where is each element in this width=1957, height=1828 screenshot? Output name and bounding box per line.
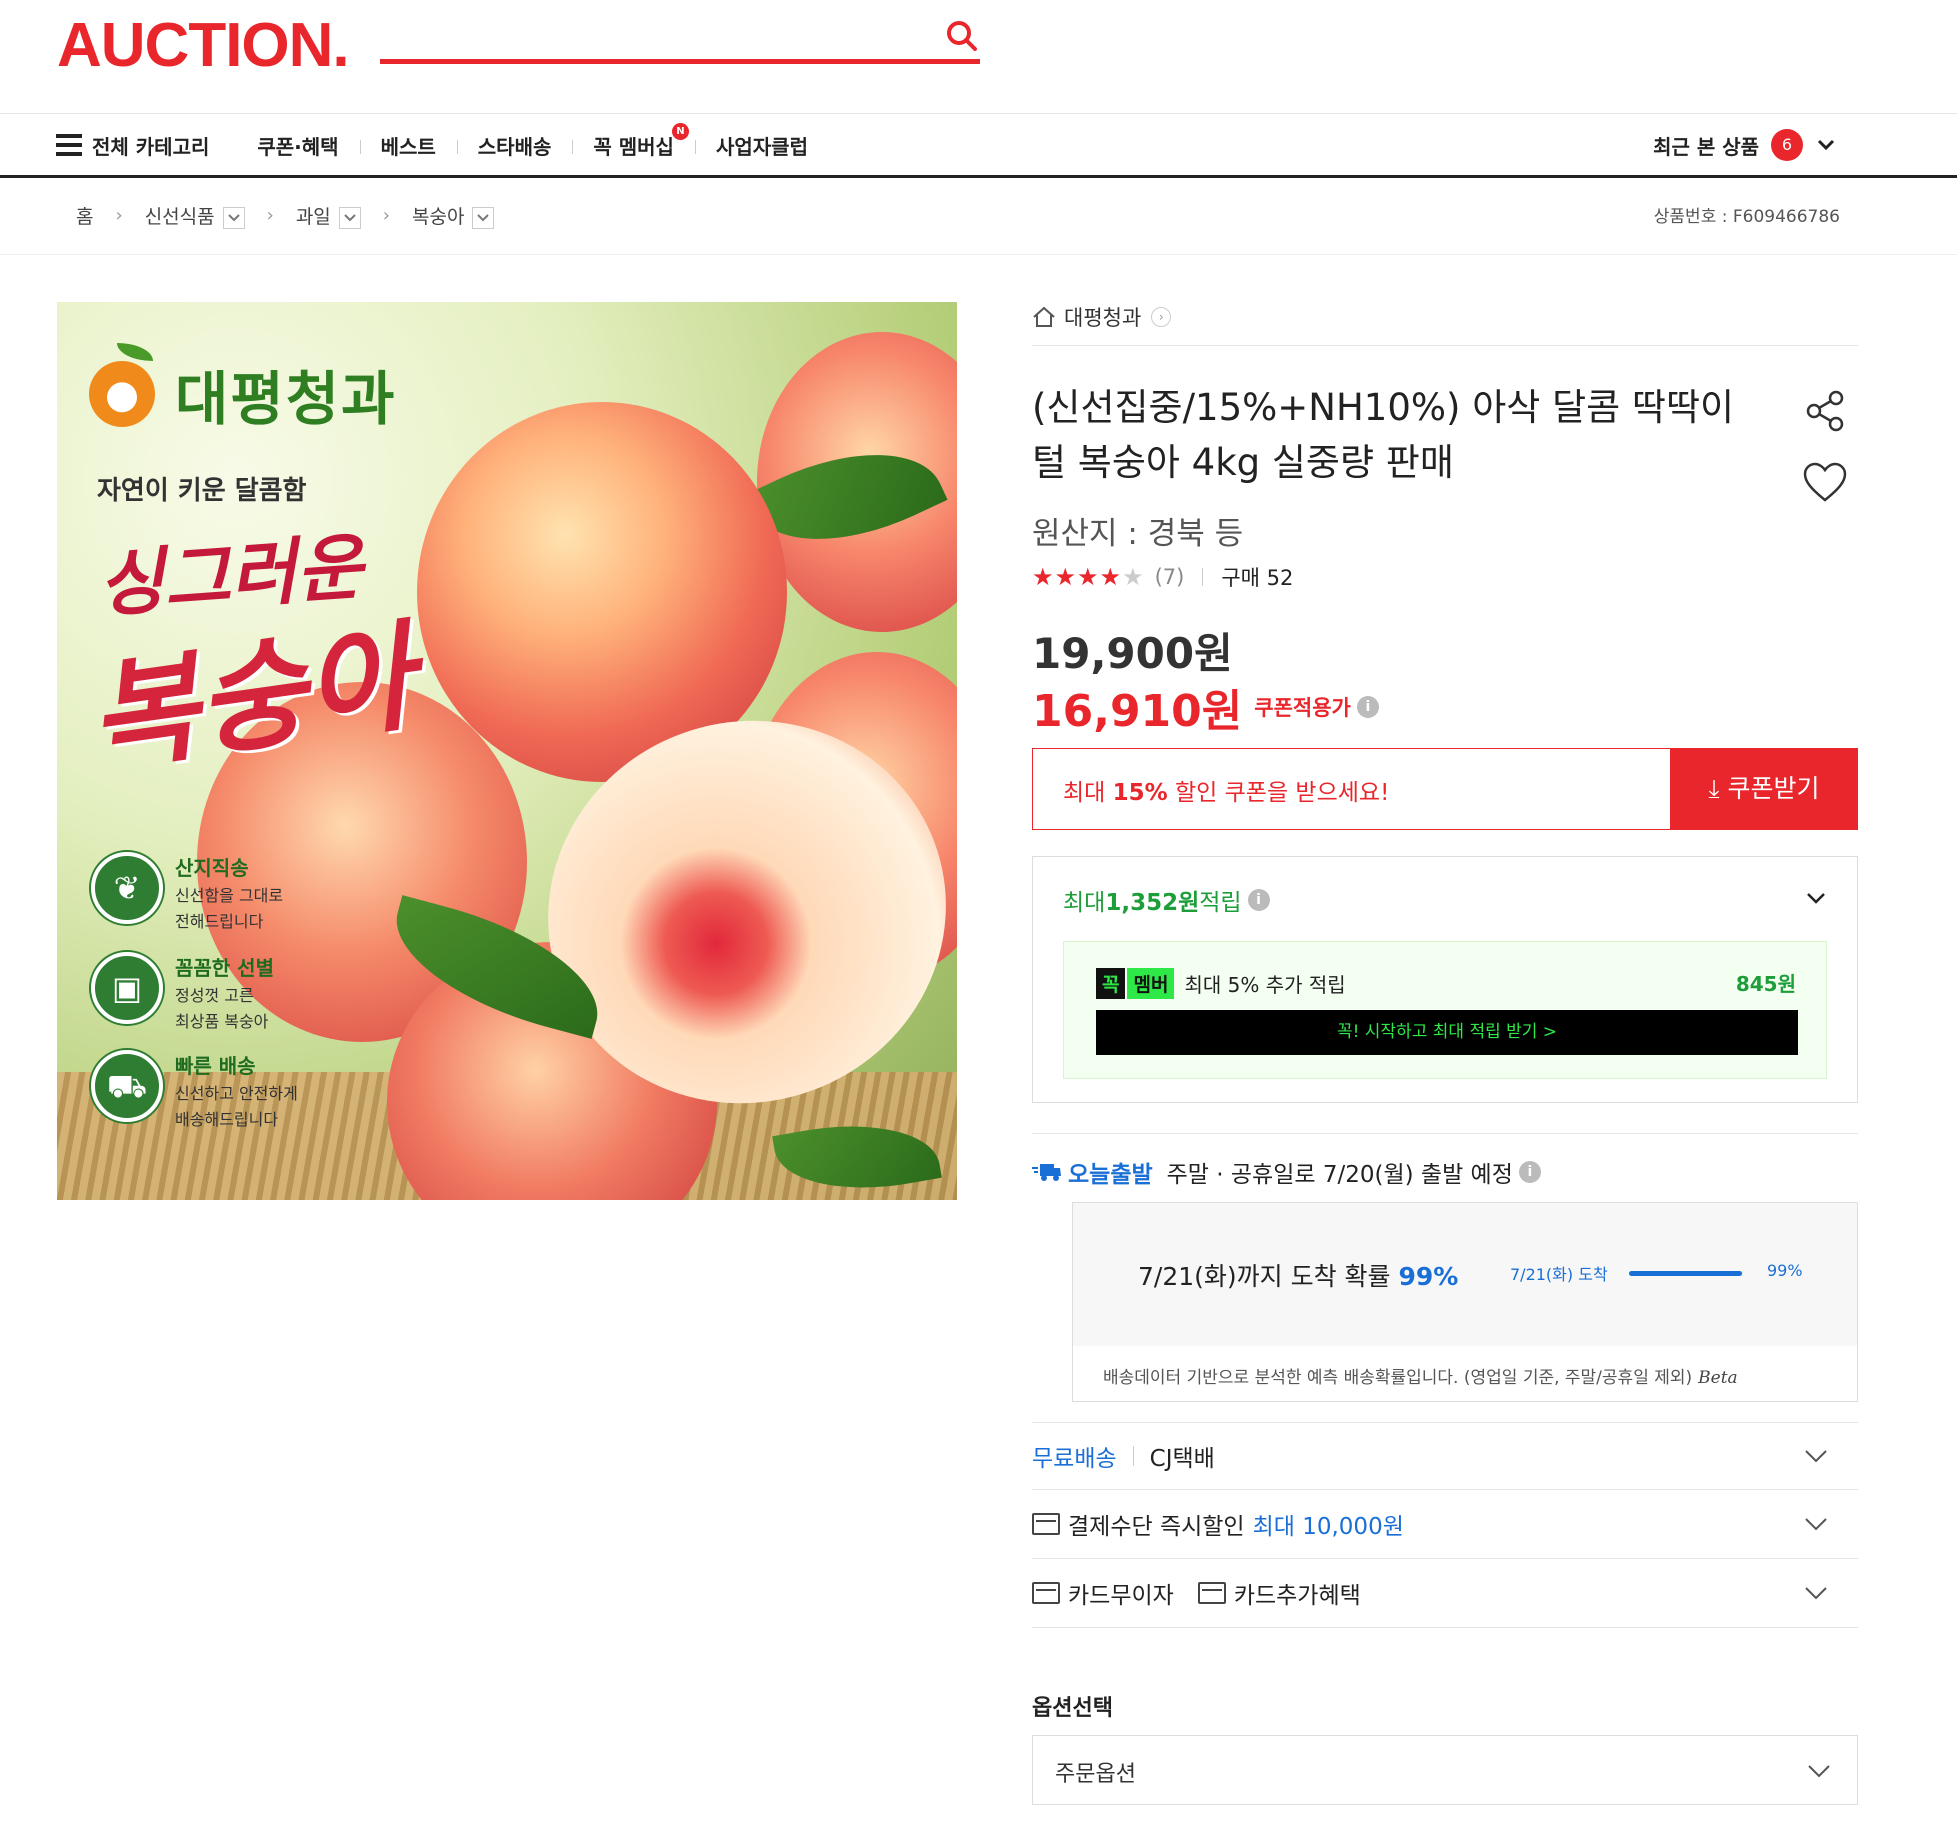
image-brand: 대평청과 [89,343,396,436]
membership-amount: 845원 [1735,972,1796,996]
coupon-banner: 최대 15% 할인 쿠폰을 받으세요! [1032,748,1670,830]
dropdown-icon[interactable] [472,206,495,229]
price-original: 19,900원 [1032,629,1233,678]
product-title: (신선집중/15%+NH10%) 아삭 달콤 딱딱이 털 복숭아 4kg 실중량… [1032,386,1735,484]
nav-membership[interactable]: 꼭 멤버십 N [572,122,695,160]
breadcrumb-home[interactable]: 홈 [76,202,93,229]
dropdown-icon[interactable] [338,206,361,229]
membership-start-button[interactable]: 꼭! 시작하고 최대 적립 받기 > [1096,1010,1798,1055]
today-shipping: 오늘출발 주말 · 공휴일로 7/20(월) 출발 예정 i [1032,1155,1541,1189]
points-panel: 최대 1,352원 적립 i 꼭 멤버 최대 5% 추가 적립 845원 꼭! 시… [1032,856,1858,1103]
header: AUCTION. [0,0,1957,113]
breadcrumb-level-1[interactable]: 신선식품 [145,202,245,229]
chevron-down-icon [1817,139,1835,151]
recent-count-badge: 6 [1771,129,1803,161]
breadcrumb-level-3[interactable]: 복숭아 [412,202,495,229]
image-feature: ▣ 꼼꼼한 선별 정성껏 고른 최상품 복숭아 [91,952,274,1033]
chevron-right-icon: › [382,205,390,226]
chevron-down-icon [1805,1587,1827,1600]
arrival-progress-bar [1629,1271,1743,1276]
sprout-icon: ❦ [91,852,163,924]
breadcrumb-level-2[interactable]: 과일 [296,202,361,229]
product-number: 상품번호 : F609466786 [1653,207,1840,227]
recent-products[interactable]: 최근 본 상품 6 [1653,129,1837,161]
fast-delivery-icon [1032,1164,1061,1181]
dropdown-icon[interactable] [222,206,245,229]
nav-coupon[interactable]: 쿠폰·혜택 [236,131,359,160]
chevron-right-icon: › [115,205,123,226]
points-summary[interactable]: 최대 1,352원 적립 i [1063,883,1270,917]
half-star-icon: ★ [1122,563,1145,591]
brand-logo-icon [89,343,155,427]
image-feature: ⛟ 빠른 배송 신선하고 안전하게 배송해드립니다 [91,1050,298,1131]
nav-best[interactable]: 베스트 [359,131,457,160]
hamburger-icon [56,134,82,156]
shipping-row[interactable]: 무료배송 CJ택배 [1032,1422,1858,1489]
download-icon: ⤓ [1708,774,1720,803]
search-icon[interactable] [944,18,980,54]
image-subtitle: 자연이 키운 달콤함 [97,476,307,506]
global-nav: 전체 카테고리 쿠폰·혜택 베스트 스타배송 꼭 멤버십 N 사업자클럽 최근 … [0,113,1957,178]
option-title: 옵션선택 [1032,1696,1113,1721]
payment-discount-row[interactable]: 결제수단 즉시할인 최대 10,000원 [1032,1489,1858,1558]
info-icon[interactable]: i [1247,889,1270,911]
coupon-download-button[interactable]: ⤓ 쿠폰받기 [1670,748,1858,830]
info-icon[interactable]: i [1356,696,1379,718]
home-icon [1033,306,1055,327]
chevron-down-icon [1805,1450,1827,1463]
membership-badge: 꼭 [1096,968,1126,999]
image-feature: ❦ 산지직송 신선함을 그대로 전해드립니다 [91,852,283,933]
price-sale: 16,910원 쿠폰적용가 i [1032,675,1379,739]
info-icon[interactable]: i [1518,1161,1541,1183]
card-benefit-row[interactable]: 카드무이자 카드추가혜택 [1032,1558,1858,1628]
search-input[interactable] [380,14,920,58]
rating[interactable]: ★★★★★ (7) 구매 52 [1032,562,1293,592]
share-icon[interactable] [1802,388,1848,434]
star-rating: ★★★★★ [1032,563,1145,591]
review-count: (7) [1154,565,1185,589]
nav-star-delivery[interactable]: 스타배송 [456,131,573,160]
nav-business-club[interactable]: 사업자클럽 [694,131,829,160]
arrival-probability: 7/21(화)까지 도착 확률 99% 7/21(화) 도착 99% 배송데이터… [1072,1202,1858,1402]
store-link[interactable]: 대평청과 › [1032,302,1172,332]
chevron-right-icon: › [1151,307,1172,327]
new-badge: N [671,122,689,140]
all-categories-button[interactable]: 전체 카테고리 [56,131,236,160]
chevron-down-icon [1808,1765,1830,1778]
card-discount-icon [1032,1513,1060,1535]
buy-count: 구매 52 [1221,566,1294,590]
chevron-right-icon: › [266,205,274,226]
order-option-select[interactable]: 주문옵션 [1032,1735,1858,1805]
truck-icon: ⛟ [91,1050,163,1122]
chevron-down-icon [1805,1518,1827,1531]
membership-box: 꼭 멤버 최대 5% 추가 적립 845원 꼭! 시작하고 최대 적립 받기 > [1063,941,1827,1079]
card-icon [1032,1582,1060,1604]
card-plus-icon [1197,1582,1226,1604]
chevron-down-icon[interactable] [1805,887,1827,909]
box-icon: ▣ [91,952,163,1024]
heart-icon[interactable] [1802,460,1848,506]
search-bar [380,14,980,64]
product-image[interactable]: 대평청과 자연이 키운 달콤함 싱그러운 복숭아 ❦ 산지직송 신선함을 그대로 전… [57,302,957,1200]
origin: 원산지 : 경북 등 [1032,516,1244,552]
auction-logo[interactable]: AUCTION. [57,10,350,81]
